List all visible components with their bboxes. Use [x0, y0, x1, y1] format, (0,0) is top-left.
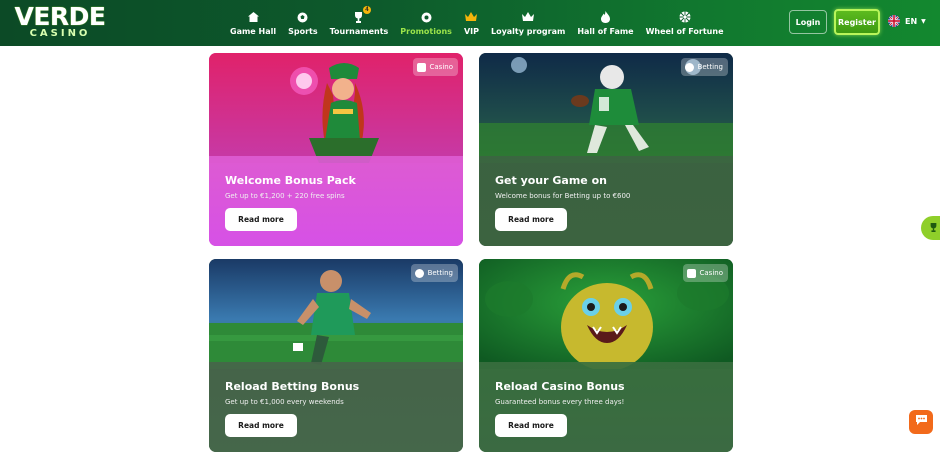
promo-title: Reload Casino Bonus [495, 380, 625, 393]
read-more-button[interactable]: Read more [225, 414, 297, 437]
trophy-icon [929, 219, 938, 237]
promo-title: Reload Betting Bonus [225, 380, 360, 393]
top-navigation-bar: VERDE CASINO Game Hall Sports 4 Tourname… [0, 0, 940, 46]
flame-icon [598, 10, 612, 24]
promo-card-game-on[interactable]: Betting Get your Game on Welcome bonus f… [479, 53, 733, 246]
nav-wheel-of-fortune[interactable]: Wheel of Fortune [640, 0, 730, 46]
slots-icon [686, 268, 696, 278]
verde-casino-logo[interactable]: VERDE CASINO [12, 4, 108, 40]
crown-outline-icon [521, 10, 535, 24]
language-code: EN [905, 16, 918, 26]
nav-vip[interactable]: VIP [458, 0, 485, 46]
side-rewards-tab[interactable] [921, 216, 940, 240]
wheel-icon [678, 10, 692, 24]
nav-tournaments[interactable]: 4 Tournaments [324, 0, 395, 46]
tournaments-count-badge: 4 [362, 6, 371, 14]
promo-card-reload-casino[interactable]: Casino Reload Casino Bonus Guaranteed bo… [479, 259, 733, 452]
nav-label: Wheel of Fortune [645, 27, 724, 36]
promo-card-info [479, 362, 733, 452]
promo-card-reload-betting[interactable]: Betting Reload Betting Bonus Get up to €… [209, 259, 463, 452]
nav-loyalty-program[interactable]: Loyalty program [485, 0, 571, 46]
category-tag-label: Casino [699, 269, 724, 277]
live-chat-button[interactable] [909, 410, 933, 434]
nav-label: Promotions [400, 27, 452, 36]
promo-subtitle: Get up to €1,200 + 220 free spins [225, 192, 345, 200]
nav-label: Sports [288, 27, 318, 36]
nav-hall-of-fame[interactable]: Hall of Fame [571, 0, 639, 46]
promo-subtitle: Guaranteed bonus every three days! [495, 398, 625, 406]
trophy-icon: 4 [352, 6, 371, 24]
promo-card-info [479, 156, 733, 246]
category-tag: Casino [412, 58, 458, 76]
chevron-down-icon: ▼ [921, 17, 926, 25]
nav-sports[interactable]: Sports [282, 0, 324, 46]
promo-card-info [209, 156, 463, 246]
nav-label: Hall of Fame [577, 27, 634, 36]
logo-wordmark: VERDE [14, 2, 106, 31]
category-tag-label: Betting [427, 269, 453, 277]
nav-label: Loyalty program [490, 27, 566, 36]
read-more-button[interactable]: Read more [495, 414, 567, 437]
soccer-ball-icon [414, 268, 424, 278]
uk-flag-icon [888, 15, 900, 27]
read-more-button[interactable]: Read more [225, 208, 297, 231]
category-tag-label: Casino [429, 63, 454, 71]
promo-title: Welcome Bonus Pack [225, 174, 356, 187]
category-tag: Betting [410, 264, 458, 282]
promo-title: Get your Game on [495, 174, 607, 187]
login-button[interactable]: Login [789, 10, 827, 34]
category-tag-label: Betting [697, 63, 723, 71]
main-nav: Game Hall Sports 4 Tournaments Promotion… [224, 0, 730, 46]
read-more-button[interactable]: Read more [495, 208, 567, 231]
chat-bubble-icon [915, 413, 928, 431]
crown-icon [464, 10, 478, 24]
category-tag: Casino [682, 264, 728, 282]
promo-card-welcome-bonus[interactable]: Casino Welcome Bonus Pack Get up to €1,2… [209, 53, 463, 246]
nav-label: VIP [463, 27, 479, 36]
home-icon [246, 10, 260, 24]
promo-icon [419, 10, 433, 24]
slots-icon [416, 62, 426, 72]
nav-label: Game Hall [230, 27, 277, 36]
soccer-ball-icon [296, 10, 310, 24]
nav-promotions[interactable]: Promotions [394, 0, 458, 46]
language-selector[interactable]: EN ▼ [888, 15, 926, 27]
soccer-ball-icon [684, 62, 694, 72]
promo-card-info [209, 362, 463, 452]
register-button[interactable]: Register [834, 9, 880, 35]
promo-subtitle: Get up to €1,000 every weekends [225, 398, 344, 406]
nav-game-hall[interactable]: Game Hall [224, 0, 282, 46]
nav-label: Tournaments [329, 27, 389, 36]
promo-subtitle: Welcome bonus for Betting up to €600 [495, 192, 631, 200]
category-tag: Betting [680, 58, 728, 76]
